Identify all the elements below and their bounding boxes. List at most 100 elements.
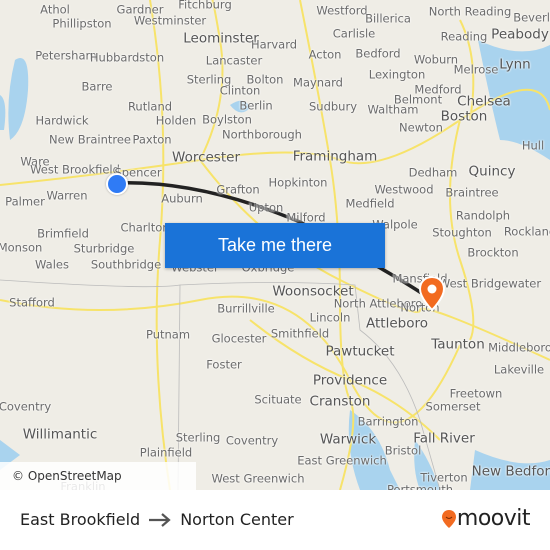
- place-label: Athol: [40, 2, 70, 17]
- place-label: Sturbridge: [73, 241, 135, 256]
- place-label: Middleboro: [488, 340, 550, 355]
- place-label: Fitchburg: [178, 0, 232, 12]
- place-label: Warren: [46, 188, 88, 203]
- place-label: Putnam: [145, 327, 191, 342]
- place-label: Carlisle: [332, 26, 376, 41]
- place-label: Braintree: [445, 185, 499, 200]
- place-label: Coventry: [225, 433, 279, 448]
- place-label: Harvard: [250, 37, 298, 52]
- place-label: Belmont: [393, 92, 443, 107]
- arrow-right-icon: [149, 512, 171, 527]
- place-label: Attleboro: [366, 315, 428, 332]
- place-label: Maynard: [293, 75, 343, 90]
- place-label: Auburn: [161, 191, 203, 206]
- place-label: East Greenwich: [297, 453, 387, 468]
- place-label: Barrington: [357, 414, 419, 429]
- place-label: Berlin: [239, 98, 273, 113]
- moovit-wordmark: moovit: [456, 506, 531, 531]
- place-label: Holden: [155, 113, 197, 128]
- place-label: Smithfield: [270, 326, 330, 341]
- place-label: Clinton: [219, 83, 261, 98]
- place-label: Taunton: [431, 336, 485, 353]
- place-label: West Bridgewater: [438, 276, 542, 291]
- place-label: Stoughton: [432, 225, 492, 240]
- place-label: Rockland: [503, 224, 550, 239]
- place-label: Monson: [0, 240, 43, 255]
- trip-summary: East Brookfield Norton Center: [20, 510, 294, 529]
- place-label: Reading: [440, 29, 488, 44]
- place-label: Providence: [312, 372, 388, 389]
- place-label: Beverly: [513, 10, 550, 25]
- place-label: Stafford: [9, 295, 55, 310]
- take-me-there-button[interactable]: Take me there: [165, 223, 385, 268]
- place-label: Boylston: [202, 112, 252, 127]
- place-label: Bristol: [384, 443, 422, 458]
- footer-bar: East Brookfield Norton Center moovit: [0, 490, 550, 550]
- place-label: Acton: [308, 47, 342, 62]
- place-label: Hull: [521, 138, 545, 153]
- place-label: Phillipston: [52, 16, 112, 31]
- place-label: West Greenwich: [211, 471, 305, 486]
- place-label: North Reading: [428, 4, 512, 19]
- map[interactable]: Athol Gardner Fitchburg Westford Billerica No…: [0, 0, 550, 490]
- place-label: Grafton: [216, 182, 260, 197]
- place-label: Northborough: [222, 127, 302, 142]
- place-label: Hardwick: [35, 113, 89, 128]
- place-label: Lynn: [499, 56, 531, 73]
- place-label: Randolph: [455, 208, 511, 223]
- place-label: Boston: [440, 108, 488, 125]
- place-label: Framingham: [292, 148, 378, 165]
- place-label: Palmer: [5, 194, 45, 209]
- place-label: Leominster: [183, 30, 259, 47]
- place-label: Milford: [286, 210, 326, 225]
- place-label: Coventry: [0, 399, 52, 414]
- place-label: Plainfield: [139, 445, 193, 460]
- place-label: New Braintree: [48, 132, 132, 147]
- place-label: Glocester: [211, 331, 267, 346]
- origin-marker[interactable]: [106, 173, 128, 195]
- place-label: West Brookfield: [30, 162, 120, 177]
- map-pin-icon: [418, 276, 446, 312]
- place-label: Brockton: [467, 245, 519, 260]
- place-label: Cranston: [309, 393, 371, 410]
- place-label: Melrose: [453, 62, 499, 77]
- place-label: Woburn: [413, 52, 459, 67]
- place-label: Newton: [399, 120, 443, 135]
- place-label: Burrillville: [217, 301, 275, 316]
- place-label: Dedham: [408, 165, 458, 180]
- place-label: Fall River: [413, 430, 475, 447]
- origin-label: East Brookfield: [20, 510, 141, 529]
- place-label: Peabody: [491, 26, 549, 43]
- place-label: New Bedford: [471, 463, 550, 480]
- place-label: Westminster: [133, 13, 207, 28]
- place-label: Upton: [248, 200, 284, 215]
- place-label: Willimantic: [22, 426, 98, 443]
- place-label: Foster: [206, 357, 242, 372]
- place-label: Wales: [35, 257, 69, 272]
- place-label: Worcester: [172, 149, 240, 166]
- place-label: Scituate: [254, 392, 302, 407]
- place-label: Lancaster: [205, 53, 263, 68]
- place-label: Lincoln: [309, 310, 351, 325]
- place-label: Rutland: [127, 99, 173, 114]
- place-label: Quincy: [468, 163, 516, 180]
- place-label: Warwick: [319, 431, 377, 448]
- place-label: Southbridge: [90, 257, 162, 272]
- osm-attribution[interactable]: © OpenStreetMap contributors: [0, 462, 196, 490]
- place-label: Sterling: [175, 430, 221, 445]
- moovit-pin-icon: [441, 509, 456, 528]
- place-label: Brimfield: [37, 226, 89, 241]
- place-label: Charlton: [120, 220, 170, 235]
- place-label: Sudbury: [308, 99, 358, 114]
- place-label: Freetown: [449, 386, 503, 401]
- place-label: Bedford: [355, 46, 401, 61]
- place-label: Westwood: [374, 182, 434, 197]
- place-label: Hopkinton: [268, 175, 328, 190]
- place-label: Westford: [316, 3, 368, 18]
- place-label: Chelsea: [457, 93, 511, 110]
- place-label: Billerica: [365, 11, 411, 26]
- place-label: Lakeville: [493, 362, 545, 377]
- destination-label: Norton Center: [180, 510, 294, 529]
- place-label: Medfield: [345, 196, 395, 211]
- place-label: Petersham: [35, 48, 97, 63]
